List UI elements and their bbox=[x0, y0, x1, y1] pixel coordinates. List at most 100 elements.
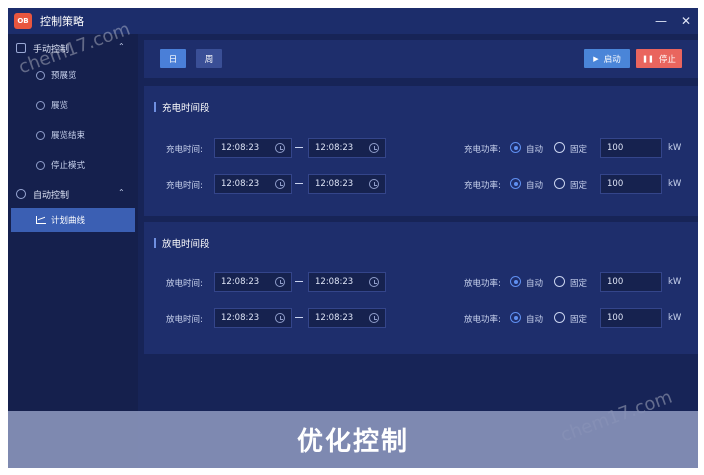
time-label: 放电时间: bbox=[166, 315, 203, 325]
minimize-button[interactable]: — bbox=[650, 8, 672, 34]
range-separator bbox=[295, 317, 303, 318]
time-label: 充电时间: bbox=[166, 181, 203, 191]
stop-label: 停止 bbox=[658, 54, 676, 65]
start-time-picker[interactable]: 12:08:23 bbox=[214, 272, 292, 292]
start-time-value: 12:08:23 bbox=[221, 313, 260, 323]
pause-icon: ❚❚ bbox=[642, 54, 654, 63]
fixed-radio[interactable] bbox=[554, 142, 565, 153]
window-title: 控制策略 bbox=[40, 15, 84, 28]
clock-icon bbox=[369, 313, 379, 323]
sidebar-item-label: 计划曲线 bbox=[51, 216, 86, 226]
start-time-value: 12:08:23 bbox=[221, 179, 260, 189]
end-time-value: 12:08:23 bbox=[315, 179, 354, 189]
fixed-radio-label: 固定 bbox=[570, 145, 588, 155]
caption-banner: 优化控制 bbox=[8, 411, 698, 468]
end-time-value: 12:08:23 bbox=[315, 143, 354, 153]
start-time-picker[interactable]: 12:08:23 bbox=[214, 308, 292, 328]
play-icon: ▶ bbox=[593, 54, 599, 63]
discharge-panel: 放电时间段 放电时间: 12:08:23 12:08:23 放电功率: 自动 固… bbox=[144, 222, 698, 354]
fixed-radio[interactable] bbox=[554, 312, 565, 323]
sidebar-item-label: 展览 bbox=[51, 101, 69, 111]
line-chart-icon bbox=[36, 216, 46, 224]
range-separator bbox=[295, 281, 303, 282]
auto-radio[interactable] bbox=[510, 142, 521, 153]
clock-icon bbox=[369, 277, 379, 287]
end-time-picker[interactable]: 12:08:23 bbox=[308, 174, 386, 194]
auto-control-icon bbox=[16, 189, 26, 199]
time-label: 放电时间: bbox=[166, 279, 203, 289]
clock-icon bbox=[275, 143, 285, 153]
sidebar-item-exhibit[interactable]: 展览 bbox=[8, 93, 138, 117]
sidebar-item-stop-mode[interactable]: 停止模式 bbox=[8, 153, 138, 177]
sidebar-item-plan-curve[interactable]: 计划曲线 bbox=[11, 208, 135, 232]
fixed-radio-label: 固定 bbox=[570, 279, 588, 289]
charge-row: 充电时间: 12:08:23 12:08:23 充电功率: 自动 固定 100 … bbox=[144, 138, 698, 158]
fixed-radio-label: 固定 bbox=[570, 181, 588, 191]
manual-control-icon bbox=[16, 43, 26, 53]
end-time-value: 12:08:23 bbox=[315, 277, 354, 287]
range-separator bbox=[295, 183, 303, 184]
end-time-picker[interactable]: 12:08:23 bbox=[308, 308, 386, 328]
end-time-value: 12:08:23 bbox=[315, 313, 354, 323]
power-label: 充电功率: bbox=[464, 145, 501, 155]
discharge-title: 放电时间段 bbox=[162, 239, 210, 250]
power-input[interactable]: 100 bbox=[600, 272, 662, 292]
title-bar-marker bbox=[154, 238, 156, 248]
start-time-value: 12:08:23 bbox=[221, 143, 260, 153]
auto-radio-label: 自动 bbox=[526, 315, 544, 325]
start-time-picker[interactable]: 12:08:23 bbox=[214, 174, 292, 194]
sidebar: 手动控制 ⌃ 预展览 展览 展览结束 停止模式 自动控制 ⌃ 计划曲线 bbox=[8, 34, 138, 468]
auto-radio-label: 自动 bbox=[526, 145, 544, 155]
clock-icon bbox=[275, 179, 285, 189]
clock-icon bbox=[369, 143, 379, 153]
start-button[interactable]: ▶ 启动 bbox=[584, 49, 630, 68]
sidebar-item-label: 展览结束 bbox=[51, 131, 86, 141]
item-icon bbox=[36, 130, 45, 140]
end-time-picker[interactable]: 12:08:23 bbox=[308, 138, 386, 158]
title-bar-marker bbox=[154, 102, 156, 112]
power-label: 充电功率: bbox=[464, 181, 501, 191]
stop-button[interactable]: ❚❚ 停止 bbox=[636, 49, 682, 68]
chevron-up-icon: ⌃ bbox=[118, 188, 125, 197]
section-title: 充电时间段 bbox=[154, 100, 210, 114]
charge-panel: 充电时间段 充电时间: 12:08:23 12:08:23 充电功率: 自动 固… bbox=[144, 86, 698, 216]
sidebar-group-auto[interactable]: 自动控制 ⌃ bbox=[8, 182, 138, 206]
start-time-value: 12:08:23 bbox=[221, 277, 260, 287]
tab-week[interactable]: 周 bbox=[196, 49, 222, 68]
fixed-radio-label: 固定 bbox=[570, 315, 588, 325]
power-input[interactable]: 100 bbox=[600, 308, 662, 328]
clock-icon bbox=[369, 179, 379, 189]
tab-day[interactable]: 日 bbox=[160, 49, 186, 68]
auto-radio[interactable] bbox=[510, 276, 521, 287]
unit-label: kW bbox=[668, 143, 682, 153]
clock-icon bbox=[275, 313, 285, 323]
charge-title: 充电时间段 bbox=[162, 103, 210, 114]
discharge-row: 放电时间: 12:08:23 12:08:23 放电功率: 自动 固定 100 … bbox=[144, 308, 698, 328]
item-icon bbox=[36, 160, 45, 170]
clock-icon bbox=[275, 277, 285, 287]
charge-row: 充电时间: 12:08:23 12:08:23 充电功率: 自动 固定 100 … bbox=[144, 174, 698, 194]
fixed-radio[interactable] bbox=[554, 276, 565, 287]
fixed-radio[interactable] bbox=[554, 178, 565, 189]
main-content: 日 周 ▶ 启动 ❚❚ 停止 充电时间段 充电时间: 12:08:23 12:0… bbox=[144, 40, 698, 468]
app-logo-icon: OB bbox=[14, 13, 32, 29]
auto-radio-label: 自动 bbox=[526, 181, 544, 191]
sidebar-item-exhibit-end[interactable]: 展览结束 bbox=[8, 123, 138, 147]
item-icon bbox=[36, 100, 45, 110]
auto-radio[interactable] bbox=[510, 178, 521, 189]
sidebar-group-label: 自动控制 bbox=[33, 190, 70, 201]
power-label: 放电功率: bbox=[464, 279, 501, 289]
power-input[interactable]: 100 bbox=[600, 174, 662, 194]
power-input[interactable]: 100 bbox=[600, 138, 662, 158]
start-label: 启动 bbox=[603, 54, 621, 65]
banner-text: 优化控制 bbox=[296, 427, 409, 457]
unit-label: kW bbox=[668, 277, 682, 287]
app-window: OB 控制策略 — ✕ 手动控制 ⌃ 预展览 展览 展览结束 停止模式 自动控制 bbox=[8, 8, 698, 468]
auto-radio[interactable] bbox=[510, 312, 521, 323]
sidebar-item-label: 预展览 bbox=[51, 71, 77, 81]
time-label: 充电时间: bbox=[166, 145, 203, 155]
end-time-picker[interactable]: 12:08:23 bbox=[308, 272, 386, 292]
start-time-picker[interactable]: 12:08:23 bbox=[214, 138, 292, 158]
toolbar: 日 周 ▶ 启动 ❚❚ 停止 bbox=[144, 40, 698, 78]
close-button[interactable]: ✕ bbox=[675, 8, 697, 34]
